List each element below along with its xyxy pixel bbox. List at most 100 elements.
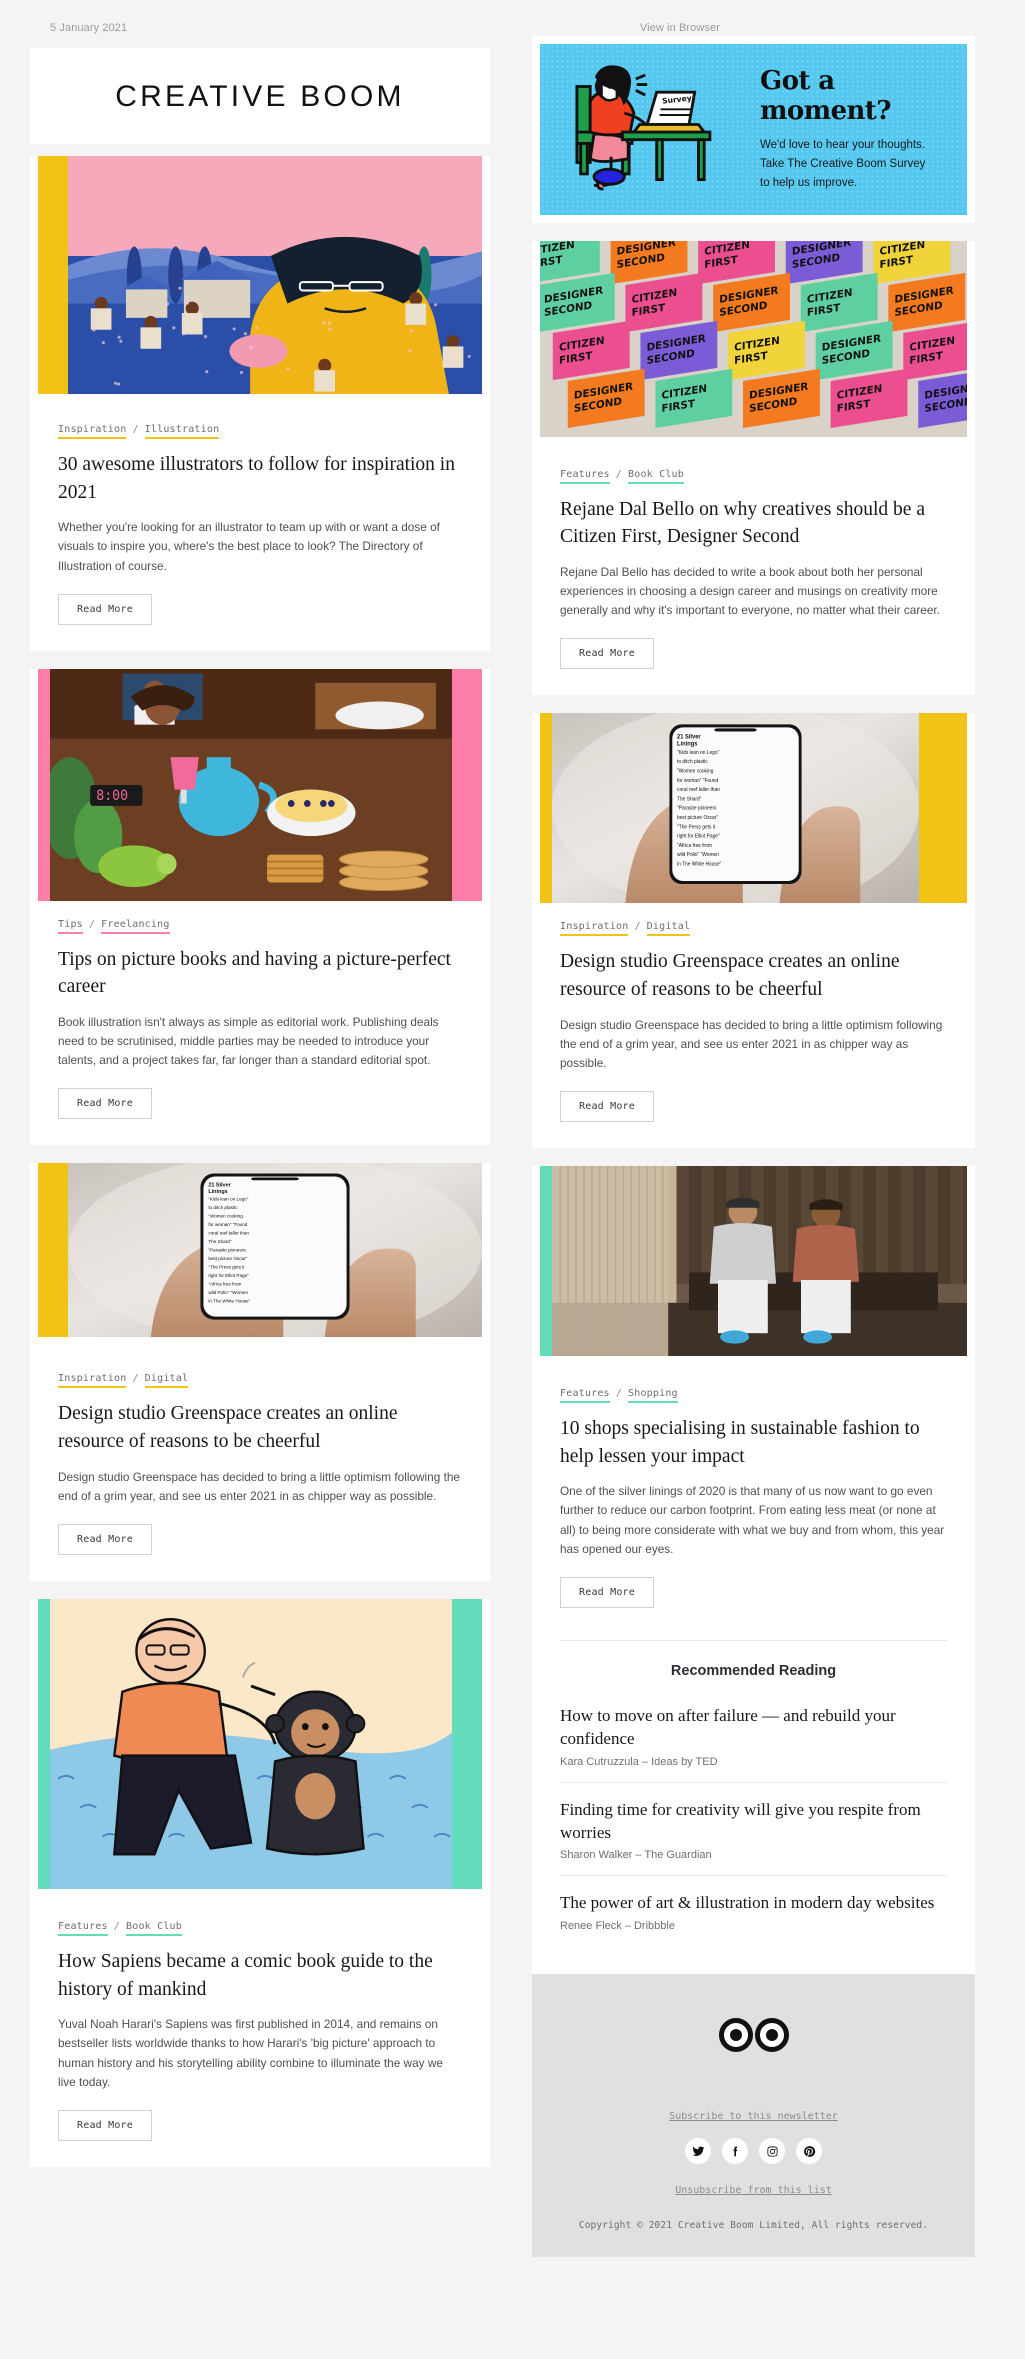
- article-excerpt: Book illustration isn't always as simple…: [58, 1013, 462, 1070]
- article-tag-primary[interactable]: Features: [560, 469, 610, 484]
- recommended-item-meta: Kara Cutruzzula – Ideas by TED: [560, 1756, 947, 1768]
- article-image: [68, 156, 482, 394]
- svg-text:in The White House": in The White House": [208, 1299, 250, 1304]
- article-excerpt: Design studio Greenspace has decided to …: [58, 1468, 462, 1506]
- survey-text: Got a moment? We'd love to hear your tho…: [756, 66, 945, 193]
- right-article-list: CITIZEN FIRST DESIGNER SECOND CITIZEN FI…: [532, 241, 975, 1634]
- recommended-item-title[interactable]: How to move on after failure — and rebui…: [560, 1705, 947, 1751]
- two-column-layout: CREATIVE BOOM Inspiration / Illustration…: [0, 48, 1025, 2257]
- article-image: [50, 1599, 452, 1889]
- article-tag-primary[interactable]: Tips: [58, 919, 83, 934]
- facebook-icon[interactable]: [722, 2138, 748, 2164]
- instagram-icon[interactable]: [759, 2138, 785, 2164]
- read-more-button[interactable]: Read More: [58, 2110, 152, 2141]
- tag-separator: /: [616, 469, 622, 480]
- svg-text:21 Silver: 21 Silver: [677, 735, 701, 741]
- article-excerpt: Design studio Greenspace has decided to …: [560, 1016, 947, 1073]
- left-article-list: Inspiration / Illustration 30 awesome illus…: [30, 156, 490, 2167]
- view-in-browser-link[interactable]: View in Browser: [640, 22, 985, 34]
- svg-text:The Shard": The Shard": [677, 796, 702, 802]
- article-card[interactable]: 8:00 Tips / Freelancing Tips on picture boo…: [30, 669, 490, 1146]
- article-image: 21 Silver Linings "Kids lean on Lego" to …: [552, 713, 919, 903]
- survey-banner[interactable]: Survey Got a moment? We'd love to hear y…: [540, 44, 967, 215]
- article-media: CITIZEN FIRST DESIGNER SECOND CITIZEN FI…: [540, 241, 967, 437]
- article-tag-secondary[interactable]: Shopping: [628, 1388, 678, 1403]
- article-title[interactable]: Design studio Greenspace creates an onli…: [58, 1400, 462, 1455]
- article-tag-primary[interactable]: Inspiration: [58, 1373, 126, 1388]
- article-card[interactable]: Features / Book Club How Sapiens became a c…: [30, 1599, 490, 2167]
- svg-text:"The Press gets it: "The Press gets it: [208, 1265, 245, 1270]
- recommended-reading-list: How to move on after failure — and rebui…: [560, 1705, 947, 1947]
- article-body: Features / Shopping 10 shops specialising i…: [532, 1370, 975, 1634]
- man-and-monkey-illustration: [50, 1599, 452, 1889]
- article-body: Inspiration / Illustration 30 awesome illus…: [30, 406, 490, 651]
- article-body: Features / Book Club Rejane Dal Bello on wh…: [532, 451, 975, 696]
- svg-text:"Women cooking: "Women cooking: [208, 1214, 243, 1219]
- twitter-icon[interactable]: [685, 2138, 711, 2164]
- svg-text:to ditch plastic: to ditch plastic: [677, 759, 708, 765]
- article-excerpt: One of the silver linings of 2020 is tha…: [560, 1482, 947, 1558]
- article-title[interactable]: 30 awesome illustrators to follow for in…: [58, 451, 462, 506]
- article-title[interactable]: Rejane Dal Bello on why creatives should…: [560, 496, 947, 551]
- article-tag-primary[interactable]: Features: [560, 1388, 610, 1403]
- hand-holding-phone-photo: 21 Silver Linings "Kids lean on Lego" to …: [68, 1163, 482, 1337]
- article-tag-secondary[interactable]: Freelancing: [101, 919, 169, 934]
- svg-text:in The White House": in The White House": [677, 862, 721, 868]
- article-body: Inspiration / Digital Design studio Greensp…: [532, 903, 975, 1148]
- article-title[interactable]: Tips on picture books and having a pictu…: [58, 946, 462, 1001]
- recommended-item[interactable]: How to move on after failure — and rebui…: [560, 1705, 947, 1782]
- read-more-button[interactable]: Read More: [58, 1524, 152, 1555]
- article-tag-secondary[interactable]: Book Club: [628, 469, 684, 484]
- article-tag-primary[interactable]: Inspiration: [58, 424, 126, 439]
- article-card[interactable]: 21 Silver Linings "Kids lean on Lego" to …: [30, 1163, 490, 1581]
- read-more-button[interactable]: Read More: [58, 594, 152, 625]
- article-card[interactable]: Inspiration / Illustration 30 awesome illus…: [30, 156, 490, 651]
- survey-illustration: Survey: [556, 58, 746, 201]
- footer: Subscribe to this newsletter Unsubscribe…: [532, 1974, 975, 2257]
- right-column: Survey Got a moment? We'd love to hear y…: [532, 36, 975, 2257]
- article-media: [38, 156, 482, 394]
- recommended-reading-section: Recommended Reading How to move on after…: [532, 1634, 975, 1975]
- survey-line-3: to help us improve.: [760, 174, 945, 193]
- survey-banner-card[interactable]: Survey Got a moment? We'd love to hear y…: [532, 36, 975, 223]
- recommended-item-title[interactable]: Finding time for creativity will give yo…: [560, 1799, 947, 1845]
- svg-text:"The Press gets it: "The Press gets it: [677, 824, 716, 830]
- article-tag-secondary[interactable]: Illustration: [145, 424, 220, 439]
- article-card[interactable]: CITIZEN FIRST DESIGNER SECOND CITIZEN FI…: [532, 241, 975, 696]
- recommended-item[interactable]: Finding time for creativity will give yo…: [560, 1782, 947, 1876]
- article-tags: Inspiration / Digital: [58, 1373, 462, 1384]
- svg-text:"Africa free from: "Africa free from: [677, 843, 712, 849]
- subscribe-link[interactable]: Subscribe to this newsletter: [669, 2111, 838, 2122]
- pinterest-icon[interactable]: [796, 2138, 822, 2164]
- article-title[interactable]: 10 shops specialising in sustainable fas…: [560, 1415, 947, 1470]
- article-image: 8:00: [50, 669, 452, 901]
- article-tag-secondary[interactable]: Digital: [647, 921, 691, 936]
- creative-boom-logo: CREATIVE BOOM: [30, 80, 490, 114]
- read-more-button[interactable]: Read More: [560, 1091, 654, 1122]
- article-card[interactable]: Features / Shopping 10 shops specialising i…: [532, 1166, 975, 1634]
- svg-text:coral reef taller than: coral reef taller than: [677, 787, 720, 793]
- read-more-button[interactable]: Read More: [58, 1088, 152, 1119]
- recommended-reading-heading: Recommended Reading: [560, 1640, 947, 1705]
- article-media: 8:00: [38, 669, 482, 901]
- creative-boom-eyes-logo: [719, 2018, 789, 2054]
- article-tag-secondary[interactable]: Digital: [145, 1373, 189, 1388]
- article-tag-primary[interactable]: Inspiration: [560, 921, 628, 936]
- article-tags: Inspiration / Illustration: [58, 424, 462, 435]
- article-card[interactable]: 21 Silver Linings "Kids lean on Lego" to …: [532, 713, 975, 1148]
- read-more-button[interactable]: Read More: [560, 1577, 654, 1608]
- svg-text:right for Elliot Page": right for Elliot Page": [208, 1274, 249, 1279]
- article-tags: Features / Shopping: [560, 1388, 947, 1399]
- article-title[interactable]: Design studio Greenspace creates an onli…: [560, 948, 947, 1003]
- read-more-button[interactable]: Read More: [560, 638, 654, 669]
- recommended-item-title[interactable]: The power of art & illustration in moder…: [560, 1892, 947, 1915]
- unsubscribe-link[interactable]: Unsubscribe from this list: [675, 2185, 832, 2196]
- svg-text:"Parasite pioneers: "Parasite pioneers: [677, 806, 717, 812]
- newsletter-page: 5 January 2021 View in Browser CREATIVE …: [0, 0, 1025, 2257]
- article-title[interactable]: How Sapiens became a comic book guide to…: [58, 1948, 462, 2003]
- recommended-item[interactable]: The power of art & illustration in moder…: [560, 1875, 947, 1946]
- article-body: Tips / Freelancing Tips on picture books an…: [30, 901, 490, 1146]
- article-media: [540, 1166, 967, 1356]
- article-tag-secondary[interactable]: Book Club: [126, 1921, 182, 1936]
- article-tag-primary[interactable]: Features: [58, 1921, 108, 1936]
